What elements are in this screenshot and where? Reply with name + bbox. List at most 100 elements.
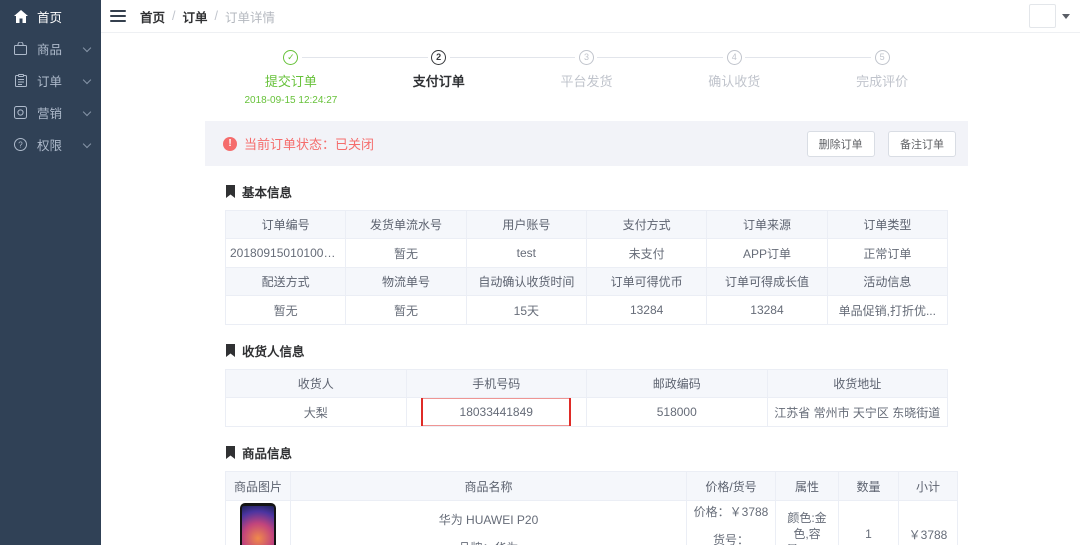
- step-submit-order: ✓ 提交订单 2018-09-15 12:24:27: [217, 50, 365, 107]
- col-header: 收货人: [226, 370, 407, 398]
- breadcrumb-separator: /: [172, 9, 175, 23]
- sidebar-item-home[interactable]: 首页: [0, 0, 101, 32]
- order-growth-value: 13284: [707, 296, 827, 325]
- product-section: 商品信息 商品图片 商品名称 价格/货号 属性 数量 小计: [205, 443, 968, 545]
- bookmark-icon: [225, 446, 236, 459]
- col-header: 配送方式: [226, 268, 346, 296]
- home-icon: [13, 9, 28, 24]
- sidebar-item-label: 营销: [37, 103, 83, 122]
- order-status-bar: ! 当前订单状态：已关闭 删除订单 备注订单: [205, 121, 968, 166]
- sidebar: 首页 商品 订单 营销 ? 权限: [0, 0, 101, 545]
- table-row: 201809150101000001 暂无 test 未支付 APP订单 正常订…: [226, 239, 948, 268]
- product-image-huawei-p20: [240, 503, 276, 545]
- svg-text:?: ?: [18, 140, 23, 149]
- step-number: 5: [875, 50, 890, 65]
- product-price: 价格：￥3788: [691, 504, 771, 520]
- order-progress-stepper: ✓ 提交订单 2018-09-15 12:24:27 2 支付订单 3 平台发货…: [205, 33, 968, 117]
- breadcrumb: 首页 / 订单 / 订单详情: [140, 7, 275, 26]
- table-row: 暂无 暂无 15天 13284 13284 单品促销,打折优...: [226, 296, 948, 325]
- col-header: 订单可得优币: [586, 268, 706, 296]
- sidebar-item-label: 权限: [37, 135, 83, 154]
- clipboard-icon: [13, 73, 28, 88]
- col-header: 支付方式: [586, 211, 706, 239]
- shopping-bag-icon: [13, 41, 28, 56]
- col-header: 活动信息: [827, 268, 947, 296]
- section-title-text: 收货人信息: [242, 341, 305, 360]
- col-header: 手机号码: [406, 370, 587, 398]
- product-table: 商品图片 商品名称 价格/货号 属性 数量 小计 华为 HUAWEI P20 品…: [225, 471, 958, 545]
- col-header: 商品名称: [291, 472, 687, 501]
- col-header: 邮政编码: [587, 370, 768, 398]
- product-brand: 品牌：华为: [295, 540, 682, 545]
- product-name: 华为 HUAWEI P20: [295, 512, 682, 528]
- caret-down-icon[interactable]: [1062, 14, 1070, 19]
- product-sku: 货号：6946605: [691, 532, 771, 545]
- marketing-icon: [13, 105, 28, 120]
- sidebar-item-label: 首页: [37, 7, 93, 26]
- step-number: 2: [431, 50, 446, 65]
- sidebar-item-products[interactable]: 商品: [0, 32, 101, 64]
- table-header-row: 配送方式 物流单号 自动确认收货时间 订单可得优币 订单可得成长值 活动信息: [226, 268, 948, 296]
- bookmark-icon: [225, 185, 236, 198]
- step-number: 3: [579, 50, 594, 65]
- product-quantity: 1: [839, 501, 899, 545]
- order-type: 正常订单: [827, 239, 947, 268]
- shipping-address: 江苏省 常州市 天宁区 东晓街道: [767, 398, 948, 427]
- col-header: 用户账号: [466, 211, 586, 239]
- sidebar-item-marketing[interactable]: 营销: [0, 96, 101, 128]
- step-label: 提交订单: [217, 71, 365, 90]
- section-title-text: 商品信息: [242, 443, 292, 462]
- breadcrumb-home[interactable]: 首页: [140, 7, 165, 26]
- col-header: 订单编号: [226, 211, 346, 239]
- col-header: 收货地址: [767, 370, 948, 398]
- exclamation-icon: !: [223, 137, 237, 151]
- section-title-products: 商品信息: [225, 443, 948, 462]
- main-area: 首页 / 订单 / 订单详情 ✓ 提交订单 2018-09-15 12:24:2…: [101, 0, 1080, 545]
- check-icon: ✓: [283, 50, 298, 65]
- breadcrumb-separator: /: [215, 9, 218, 23]
- delivery-method: 暂无: [226, 296, 346, 325]
- order-detail-card: ✓ 提交订单 2018-09-15 12:24:27 2 支付订单 3 平台发货…: [205, 33, 968, 545]
- col-header: 自动确认收货时间: [466, 268, 586, 296]
- logistics-number: 暂无: [346, 296, 466, 325]
- col-header: 属性: [776, 472, 839, 501]
- step-label: 平台发货: [513, 71, 661, 90]
- shipping-serial: 暂无: [346, 239, 466, 268]
- consignee-name: 大梨: [226, 398, 407, 427]
- sidebar-item-orders[interactable]: 订单: [0, 64, 101, 96]
- order-status-text: 当前订单状态：已关闭: [244, 134, 374, 153]
- remark-order-button[interactable]: 备注订单: [888, 131, 956, 157]
- order-number: 201809150101000001: [226, 239, 346, 268]
- table-header-row: 收货人 手机号码 邮政编码 收货地址: [226, 370, 948, 398]
- avatar[interactable]: [1029, 4, 1056, 28]
- col-header: 订单来源: [707, 211, 827, 239]
- step-label: 完成评价: [808, 71, 956, 90]
- product-image-cell: [226, 501, 291, 545]
- section-title-consignee: 收货人信息: [225, 341, 948, 360]
- order-source: APP订单: [707, 239, 827, 268]
- sidebar-item-label: 订单: [37, 71, 83, 90]
- table-row: 大梨 18033441849 518000 江苏省 常州市 天宁区 东晓街道: [226, 398, 948, 427]
- step-label: 支付订单: [365, 71, 513, 90]
- breadcrumb-order-detail: 订单详情: [225, 7, 275, 26]
- phone-number: 18033441849: [460, 405, 533, 419]
- postal-code: 518000: [587, 398, 768, 427]
- topbar-right: [1029, 4, 1070, 28]
- bookmark-icon: [225, 344, 236, 357]
- breadcrumb-orders[interactable]: 订单: [183, 7, 208, 26]
- hamburger-menu-icon[interactable]: [110, 10, 126, 22]
- payment-method: 未支付: [586, 239, 706, 268]
- sidebar-item-permissions[interactable]: ? 权限: [0, 128, 101, 160]
- product-subtotal: ￥3788: [899, 501, 958, 545]
- topbar: 首页 / 订单 / 订单详情: [101, 0, 1080, 33]
- step-confirm-receipt: 4 确认收货: [660, 50, 808, 107]
- shield-question-icon: ?: [13, 137, 28, 152]
- chevron-down-icon: [83, 76, 91, 84]
- consignee-table: 收货人 手机号码 邮政编码 收货地址 大梨 18033441849 518000…: [225, 369, 948, 427]
- delete-order-button[interactable]: 删除订单: [807, 131, 875, 157]
- step-timestamp: 2018-09-15 12:24:27: [217, 95, 365, 107]
- product-row: 华为 HUAWEI P20 品牌：华为 价格：￥3788 货号：6946605 …: [226, 501, 958, 545]
- section-title-basic-info: 基本信息: [225, 182, 948, 201]
- order-coins: 13284: [586, 296, 706, 325]
- step-complete-review: 5 完成评价: [808, 50, 956, 107]
